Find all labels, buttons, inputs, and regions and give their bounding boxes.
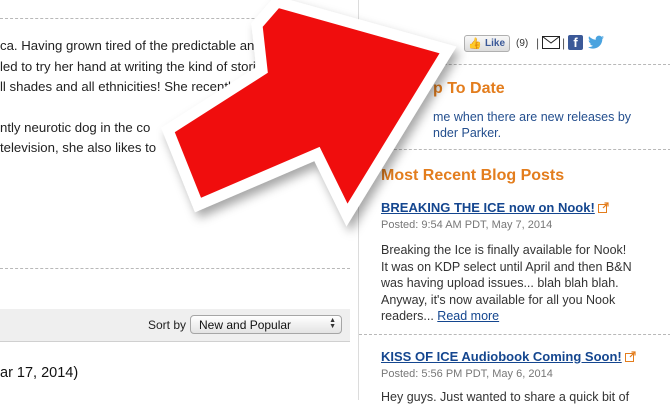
main-content: ca. Having grown tired of the predictabl… — [0, 0, 358, 400]
external-link-icon — [597, 202, 609, 213]
blog-post-title[interactable]: KISS OF ICE Audiobook Coming Soon! — [381, 349, 636, 364]
sort-label: Sort by — [148, 318, 187, 332]
social-divider — [359, 64, 670, 65]
sort-select[interactable]: New and Popular ▲ ▼ — [190, 315, 342, 334]
notify-line: me when there are new releases by — [433, 110, 632, 124]
stay-up-divider — [359, 149, 670, 150]
separator: | — [562, 36, 566, 50]
bio-line: television, she also likes to — [0, 140, 157, 155]
post-meta: Posted: 5:56 PM PDT, May 6, 2014 — [381, 368, 553, 380]
bio-line: led to try her hand at writing the kind … — [0, 58, 264, 74]
notify-text[interactable]: me when there are new releases by nder P… — [433, 109, 631, 141]
excerpt-line: Anyway, it's now available for all you N… — [381, 292, 616, 307]
bio-line: ntly neurotic dog in the co — [0, 119, 151, 135]
bio-line: ll shades and all ethnicities! She recen… — [0, 79, 238, 94]
twitter-icon[interactable] — [588, 35, 605, 50]
post-meta: Posted: 9:54 AM PDT, May 7, 2014 — [381, 219, 553, 231]
excerpt-line: was having upload issues... blah blah bl… — [381, 276, 619, 291]
blog-post-title[interactable]: BREAKING THE ICE now on Nook! — [381, 200, 609, 215]
sort-bar: Sort by New and Popular ▲ ▼ — [0, 309, 350, 342]
post-title-text: KISS OF ICE Audiobook Coming Soon! — [381, 349, 622, 364]
stay-up-heading: p To Date — [433, 80, 505, 97]
facebook-icon[interactable]: f — [568, 35, 583, 50]
excerpt-line: Hey guys. Just wanted to share a quick b… — [381, 390, 630, 404]
like-count: (9) — [516, 38, 529, 49]
author-bio: ca. Having grown tired of the predictabl… — [0, 36, 350, 159]
bio-divider — [0, 268, 350, 269]
like-button[interactable]: 👍 Like — [464, 35, 510, 52]
mail-icon[interactable] — [542, 36, 560, 49]
external-link-icon — [624, 351, 636, 362]
like-thumb-icon: 👍 — [468, 38, 482, 50]
read-more-link[interactable]: Read more — [437, 309, 499, 323]
review-date: ar 17, 2014) — [0, 365, 79, 381]
select-arrows-icon: ▲ ▼ — [329, 317, 336, 330]
excerpt-line: Breaking the Ice is finally available fo… — [381, 243, 627, 257]
post-title-text: BREAKING THE ICE now on Nook! — [381, 200, 595, 215]
sidebar: 👍 Like (9) | | f p To Date me when there… — [358, 0, 670, 404]
separator: | — [536, 36, 540, 50]
like-label: Like — [485, 38, 506, 49]
post-divider — [359, 334, 670, 335]
blog-heading: Most Recent Blog Posts — [381, 167, 565, 184]
excerpt-line: readers... — [381, 309, 434, 324]
bio-line: ca. Having grown tired of the predictabl… — [0, 38, 255, 53]
sort-selected-value: New and Popular — [199, 318, 292, 332]
top-divider — [0, 18, 350, 19]
post-excerpt: Hey guys. Just wanted to share a quick b… — [381, 389, 629, 406]
notify-line: nder Parker. — [433, 126, 502, 140]
post-excerpt: Breaking the Ice is finally available fo… — [381, 242, 632, 325]
excerpt-line: It was on KDP select until April and the… — [381, 259, 632, 274]
